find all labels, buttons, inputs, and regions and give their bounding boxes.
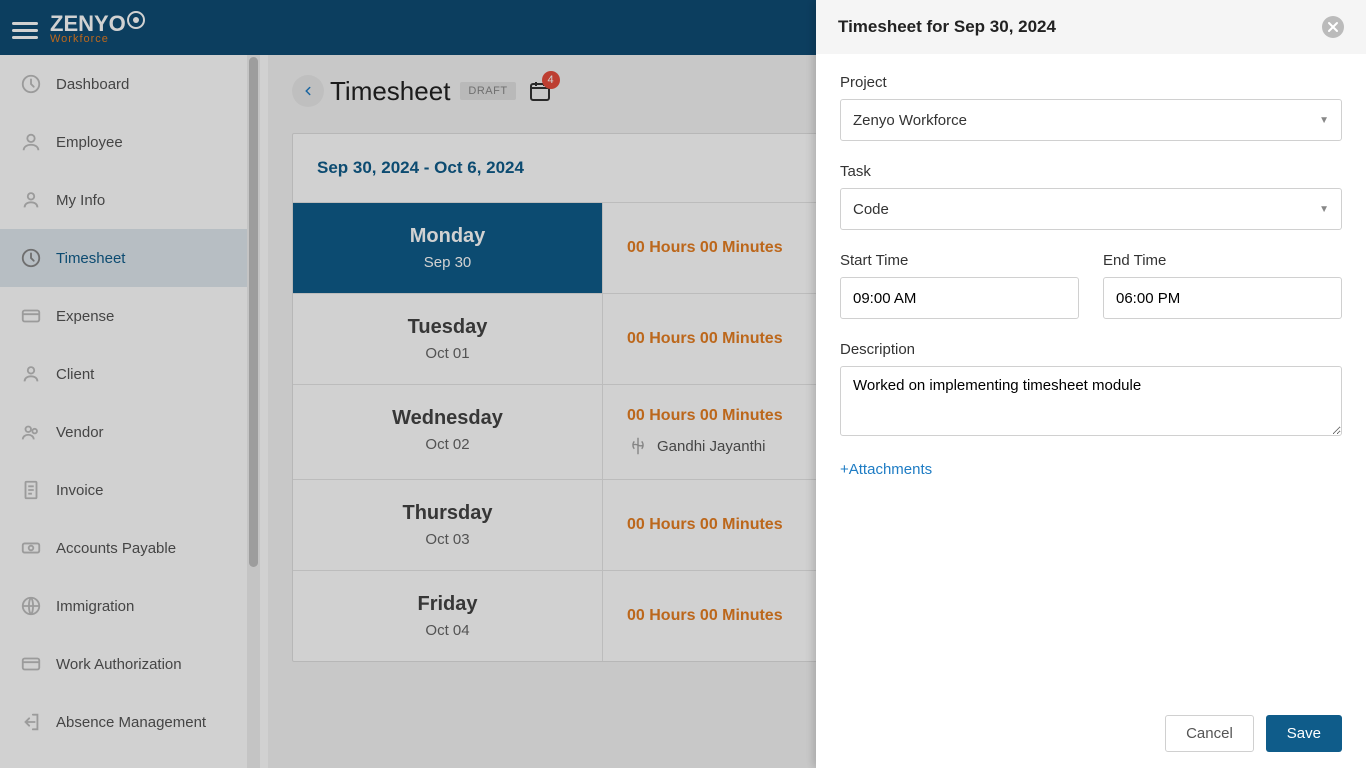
project-select[interactable]: Zenyo Workforce ▼ bbox=[840, 99, 1342, 141]
drawer-title: Timesheet for Sep 30, 2024 bbox=[838, 17, 1056, 37]
timesheet-drawer: Timesheet for Sep 30, 2024 Project Zenyo… bbox=[816, 0, 1366, 768]
save-button[interactable]: Save bbox=[1266, 715, 1342, 752]
task-value: Code bbox=[853, 201, 889, 218]
task-select[interactable]: Code ▼ bbox=[840, 188, 1342, 230]
start-time-input[interactable] bbox=[840, 277, 1079, 319]
close-icon bbox=[1327, 21, 1339, 33]
attachments-link[interactable]: +Attachments bbox=[840, 461, 1342, 478]
description-label: Description bbox=[840, 341, 1342, 358]
end-time-input[interactable] bbox=[1103, 277, 1342, 319]
description-input[interactable] bbox=[840, 366, 1342, 436]
chevron-down-icon: ▼ bbox=[1319, 115, 1329, 126]
cancel-button[interactable]: Cancel bbox=[1165, 715, 1254, 752]
close-button[interactable] bbox=[1322, 16, 1344, 38]
drawer-header: Timesheet for Sep 30, 2024 bbox=[816, 0, 1366, 54]
end-time-label: End Time bbox=[1103, 252, 1342, 269]
project-label: Project bbox=[840, 74, 1342, 91]
project-value: Zenyo Workforce bbox=[853, 112, 967, 129]
task-label: Task bbox=[840, 163, 1342, 180]
start-time-label: Start Time bbox=[840, 252, 1079, 269]
modal-scrim[interactable] bbox=[0, 0, 816, 768]
chevron-down-icon: ▼ bbox=[1319, 204, 1329, 215]
